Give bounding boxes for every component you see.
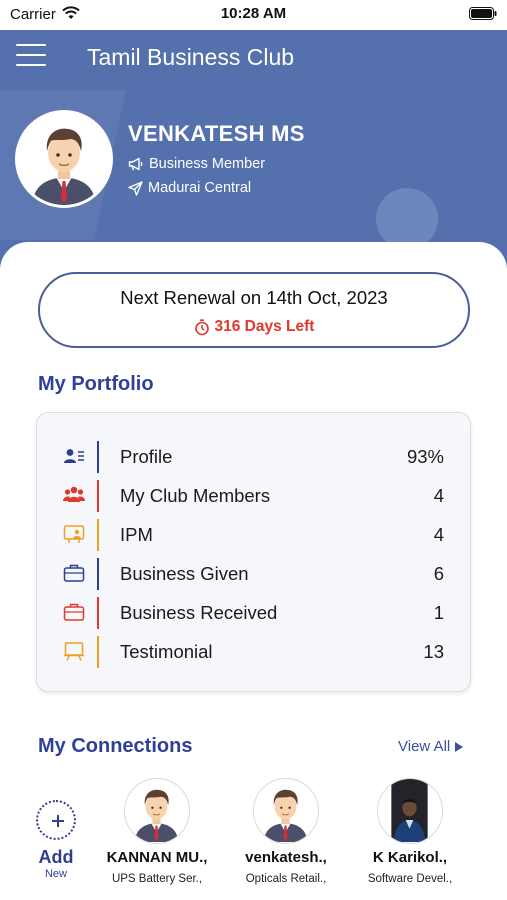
stopwatch-icon — [194, 318, 209, 335]
renewal-countdown: 316 Days Left — [40, 318, 468, 336]
renewal-card[interactable]: Next Renewal on 14th Oct, 2023 316 Days … — [38, 272, 470, 348]
avatar — [124, 778, 190, 844]
avatar-photo-illustration — [378, 779, 441, 842]
add-connection-button[interactable]: Add New — [30, 800, 80, 880]
connection-card[interactable]: K Karikol., Software Devel., — [350, 776, 470, 891]
status-bar: Carrier 10:28 AM — [0, 0, 507, 30]
portfolio-label: IPM — [120, 524, 153, 545]
add-icon — [36, 800, 76, 840]
profile-header: Tamil Business Club VENKATESH MS Busines… — [0, 30, 507, 270]
briefcase-icon — [63, 564, 85, 582]
row-divider — [97, 480, 99, 512]
user-name: VENKATESH MS — [128, 121, 305, 146]
portfolio-row-business-received[interactable]: Business Received 1 — [37, 593, 470, 632]
row-divider — [97, 519, 99, 551]
row-divider — [97, 558, 99, 590]
portfolio-label: Business Given — [120, 563, 249, 584]
portfolio-row-club-members[interactable]: My Club Members 4 — [37, 476, 470, 515]
id-card-icon — [64, 449, 84, 463]
avatar — [253, 778, 319, 844]
connection-card[interactable]: KANNAN MU., UPS Battery Ser., — [97, 776, 217, 891]
user-role: Business Member — [128, 156, 265, 172]
portfolio-title: My Portfolio — [38, 373, 154, 395]
avatar-illustration — [254, 779, 317, 842]
menu-icon[interactable] — [16, 44, 46, 66]
connection-subtitle: Software Devel., — [367, 873, 453, 885]
portfolio-row-ipm[interactable]: IPM 4 — [37, 515, 470, 554]
add-sub-label: New — [44, 868, 67, 880]
battery-icon — [469, 7, 497, 20]
portfolio-value: 1 — [433, 602, 444, 623]
play-arrow-icon — [455, 741, 464, 752]
portfolio-value: 93% — [406, 446, 444, 467]
avatar-illustration — [125, 779, 188, 842]
user-location-label: Madurai Central — [148, 180, 252, 196]
user-role-label: Business Member — [149, 156, 266, 172]
view-all-label: View All — [398, 738, 451, 755]
portfolio-row-testimonial[interactable]: Testimonial 13 — [37, 632, 470, 671]
portfolio-label: Testimonial — [120, 641, 213, 662]
connections-title: My Connections — [38, 735, 193, 757]
megaphone-icon — [128, 157, 143, 171]
portfolio-label: My Club Members — [120, 485, 271, 506]
connection-card[interactable]: venkatesh., Opticals Retail., — [226, 776, 346, 891]
days-left-label: 316 Days Left — [214, 318, 315, 335]
portfolio-row-business-given[interactable]: Business Given 6 — [37, 554, 470, 593]
avatar-photo — [377, 778, 443, 844]
portfolio-value: 4 — [433, 524, 444, 545]
easel-icon — [64, 642, 84, 661]
portfolio-value: 13 — [423, 641, 444, 662]
portfolio-card: Profile 93% My Club Members 4 IPM 4 Busi… — [36, 412, 471, 692]
portfolio-value: 4 — [433, 485, 444, 506]
view-all-link[interactable]: View All — [398, 738, 464, 755]
portfolio-label: Business Received — [120, 602, 278, 623]
send-icon — [128, 180, 143, 196]
portfolio-label: Profile — [120, 446, 173, 467]
presentation-user-icon — [63, 525, 85, 543]
row-divider — [97, 597, 99, 629]
group-icon — [63, 486, 85, 502]
row-divider — [97, 636, 99, 668]
row-divider — [97, 441, 99, 473]
header-decoration-circle — [376, 188, 438, 250]
app-title: Tamil Business Club — [87, 44, 295, 70]
renewal-title: Next Renewal on 14th Oct, 2023 — [120, 287, 388, 308]
avatar[interactable] — [15, 110, 113, 208]
portfolio-row-profile[interactable]: Profile 93% — [37, 437, 470, 476]
add-label: Add — [38, 847, 74, 867]
connection-name: venkatesh., — [245, 849, 327, 866]
connection-subtitle: Opticals Retail., — [245, 873, 327, 885]
briefcase-icon — [63, 603, 85, 621]
user-location: Madurai Central — [128, 180, 251, 196]
connection-subtitle: UPS Battery Ser., — [111, 873, 203, 885]
avatar-illustration — [18, 113, 110, 205]
connection-name: K Karikol., — [372, 849, 448, 866]
portfolio-value: 6 — [433, 563, 444, 584]
connection-name: KANNAN MU., — [106, 849, 208, 866]
status-time: 10:28 AM — [220, 5, 287, 22]
